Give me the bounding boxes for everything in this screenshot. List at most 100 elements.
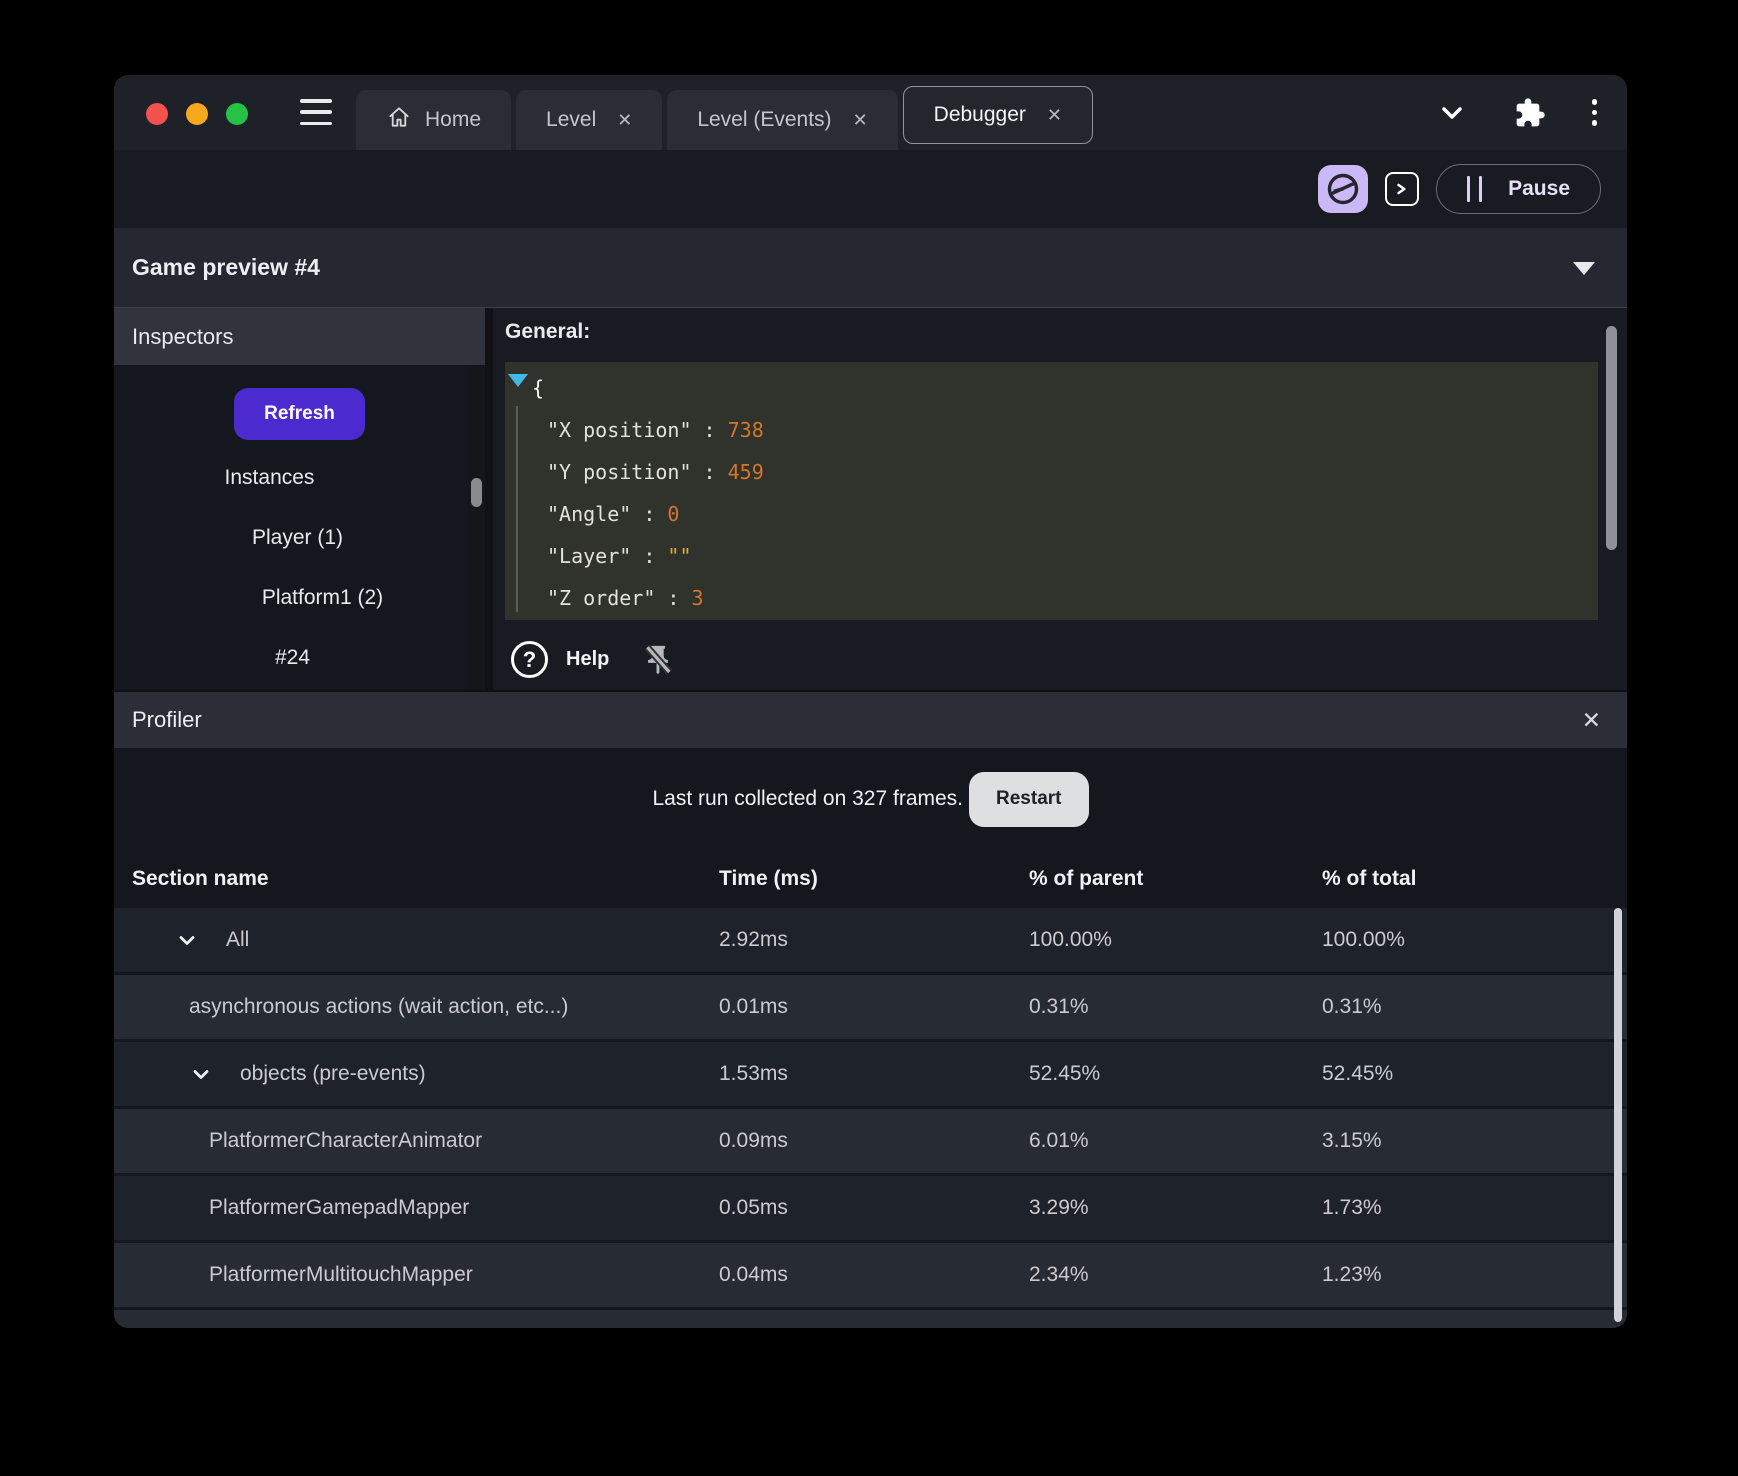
tab[interactable]: Level (Events) ✕ [667, 90, 898, 150]
code-key: "Angle" [547, 502, 632, 526]
section-name: asynchronous actions (wait action, etc..… [189, 995, 569, 1018]
pct-parent-cell: 100.00% [1029, 928, 1112, 951]
general-panel: General: { "X position" : 738 "Y positio… [493, 308, 1627, 690]
inspectors-scrollbar-track[interactable] [468, 365, 485, 690]
code-key: "Y position" [547, 460, 692, 484]
code-line: "Layer" : "" [547, 544, 692, 568]
tab-bar: Home Level ✕ Level (Events) ✕ Debugger ✕ [114, 75, 1627, 150]
tree-item-label: Platform1 (2) [261, 586, 384, 609]
section-name: PlatformerMultitouchMapper [209, 1263, 473, 1286]
pct-total-cell: 0.31% [1322, 995, 1382, 1018]
pct-parent-cell: 3.29% [1029, 1196, 1089, 1219]
game-preview-header[interactable]: Game preview #4 [114, 228, 1627, 308]
column-header: % of total [1322, 867, 1417, 890]
profiler-scrollbar-thumb[interactable] [1614, 908, 1622, 1322]
inspectors-panel-title: Inspectors [114, 308, 485, 365]
unpin-button[interactable] [641, 643, 675, 677]
tab-label: Level (Events) [697, 108, 832, 131]
code-value: "" [667, 544, 692, 568]
pause-icon [1467, 176, 1483, 202]
inspector-tree-item[interactable]: Player (1) [114, 508, 483, 568]
chevron-down-icon[interactable] [175, 928, 199, 952]
close-window-button[interactable] [146, 103, 168, 125]
traffic-lights [146, 103, 248, 125]
tab-close-icon[interactable]: ✕ [617, 110, 632, 131]
pct-total-cell: 52.45% [1322, 1062, 1394, 1085]
general-section-title: General: [505, 320, 591, 343]
profiler-table-row[interactable]: All 2.92ms 100.00% 100.00% [114, 908, 1627, 972]
game-preview-title: Game preview #4 [132, 254, 320, 280]
help-button[interactable]: ? Help [511, 641, 609, 678]
menu-icon[interactable] [300, 99, 332, 125]
main-split: Inspectors Refresh Instances Player (1) … [114, 308, 1627, 690]
profiler-table-row[interactable]: PlatformerMultitouchMapper 0.04ms 2.34% … [114, 1243, 1627, 1307]
code-line: "Y position" : 459 [547, 460, 764, 484]
profiler-table-row[interactable]: asynchronous actions (wait action, etc..… [114, 975, 1627, 1039]
code-value: 459 [727, 460, 764, 484]
code-line: { [532, 376, 545, 400]
code-value: 0 [667, 502, 680, 526]
home-icon [386, 104, 412, 136]
chevron-down-icon[interactable] [1436, 97, 1468, 129]
tab-label: Debugger [933, 103, 1026, 126]
close-icon[interactable]: ✕ [1582, 708, 1601, 732]
tab-label: Level [546, 108, 597, 131]
column-header: Section name [132, 867, 269, 890]
pct-parent-cell: 2.34% [1029, 1263, 1089, 1286]
kebab-menu-icon[interactable] [1591, 99, 1597, 126]
debugger-toolbar: Pause [114, 150, 1627, 228]
collapse-caret-icon[interactable] [1573, 262, 1595, 275]
pin-off-icon [645, 644, 673, 674]
code-value: 738 [727, 418, 764, 442]
profiler-table-row[interactable]: objects (pre-events) 1.53ms 52.45% 52.45… [114, 1042, 1627, 1106]
tab[interactable]: Level ✕ [516, 90, 663, 150]
time-cell: 2.92ms [719, 928, 788, 951]
profiler-table-row[interactable]: PlatformerCharacterAnimator 0.09ms 6.01%… [114, 1109, 1627, 1173]
tree-item-label: Instances [224, 466, 315, 489]
section-name: PlatformerCharacterAnimator [209, 1129, 483, 1152]
inspector-tree-item[interactable]: Instances [114, 448, 455, 508]
extensions-puzzle-icon[interactable] [1514, 97, 1546, 129]
pause-button[interactable]: Pause [1436, 164, 1601, 214]
pct-parent-cell: 0.31% [1029, 995, 1089, 1018]
column-header: % of parent [1029, 867, 1144, 890]
inspector-tree-item[interactable]: Platform1 (2) [137, 568, 508, 628]
refresh-button[interactable]: Refresh [234, 388, 365, 440]
inspector-tree-item[interactable]: #24 [114, 628, 478, 688]
table-footer [114, 1310, 1627, 1328]
instance-properties-json: { "X position" : 738 "Y position" : 459 … [505, 362, 1598, 620]
help-question-icon: ? [511, 641, 548, 678]
section-name: All [226, 928, 250, 951]
tab-strip: Home Level ✕ Level (Events) ✕ Debugger ✕ [356, 75, 1093, 150]
tab-close-icon[interactable]: ✕ [853, 110, 868, 131]
tab[interactable]: Debugger ✕ [902, 86, 1093, 144]
time-cell: 1.53ms [719, 1062, 788, 1085]
tab-close-icon[interactable]: ✕ [1047, 105, 1062, 126]
code-key: "Layer" [547, 544, 632, 568]
code-key: "X position" [547, 418, 692, 442]
chevron-down-icon[interactable] [189, 1062, 213, 1086]
profiler-table-row[interactable]: PlatformerGamepadMapper 0.05ms 3.29% 1.7… [114, 1176, 1627, 1240]
profiler-gauge-button[interactable] [1318, 165, 1369, 213]
time-cell: 0.01ms [719, 995, 788, 1018]
profiler-status-text: Last run collected on 327 frames. [652, 787, 964, 810]
gauge-icon [1327, 173, 1359, 205]
console-button[interactable] [1385, 172, 1420, 206]
collapse-node-icon[interactable] [508, 374, 528, 387]
section-name: objects (pre-events) [240, 1062, 426, 1085]
debugger-window: Home Level ✕ Level (Events) ✕ Debugger ✕ [114, 75, 1627, 1328]
profiler-header: Profiler ✕ [114, 690, 1627, 748]
code-value: 3 [691, 586, 704, 610]
zoom-window-button[interactable] [226, 103, 248, 125]
minimize-window-button[interactable] [186, 103, 208, 125]
code-line: "X position" : 738 [547, 418, 764, 442]
profiler-panel: Last run collected on 327 frames. Restar… [114, 748, 1627, 1328]
inspectors-scrollbar-thumb[interactable] [471, 478, 482, 507]
profiler-title: Profiler [132, 707, 202, 732]
tab[interactable]: Home [356, 90, 512, 150]
pct-total-cell: 1.73% [1322, 1196, 1382, 1219]
restart-button[interactable]: Restart [969, 771, 1089, 827]
general-scrollbar-thumb[interactable] [1606, 326, 1617, 550]
profiler-table-rows: All 2.92ms 100.00% 100.00% asynchronous … [114, 908, 1627, 1310]
inspector-tree: Instances Player (1) Platform1 (2) #24 [114, 448, 485, 688]
